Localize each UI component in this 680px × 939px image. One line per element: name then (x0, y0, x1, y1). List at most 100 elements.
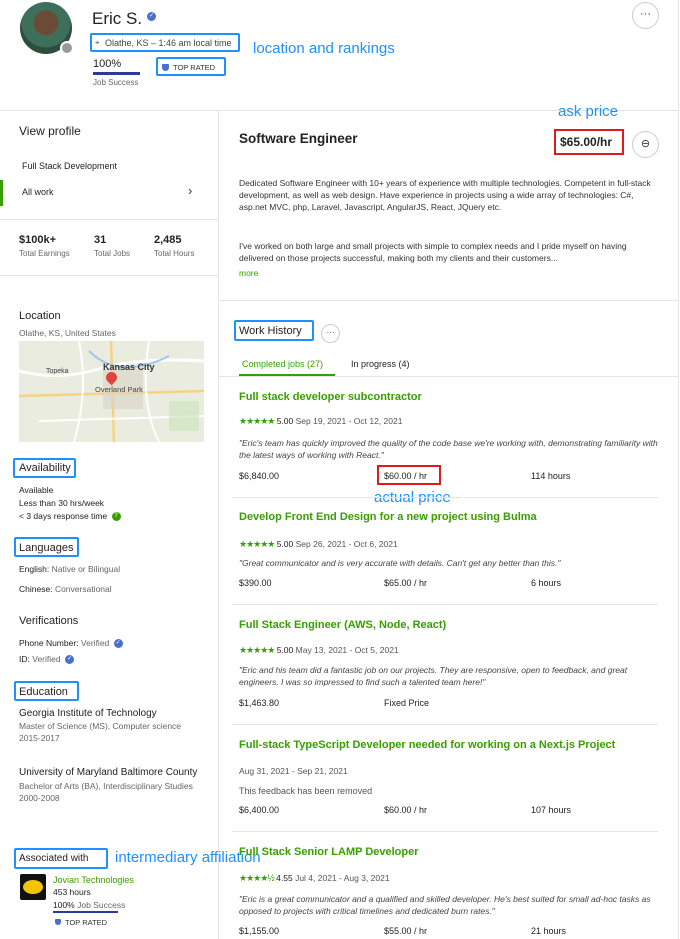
verifications-heading: Verifications (19, 615, 79, 627)
agency-name[interactable]: Jovian Technologies (53, 875, 134, 885)
job-rating: 5.00 (276, 416, 294, 426)
stat-value: $100k+ (19, 234, 57, 246)
education-degree: Bachelor of Arts (BA), Interdisciplinary… (19, 781, 193, 791)
job-rating-row: ★★★★★ 5.00 May 13, 2021 - Oct 5, 2021 (239, 645, 399, 656)
annotation-location-rankings: location and rankings (253, 40, 395, 57)
job-dates: Aug 31, 2021 - Sep 21, 2021 (239, 766, 348, 776)
job-feedback: "Eric is a great communicator and a qual… (239, 894, 651, 916)
all-work-item[interactable]: All work (22, 187, 54, 197)
education-degree: Master of Science (MS), Computer science (19, 721, 182, 731)
job-feedback: This feedback has been removed (239, 786, 373, 796)
job-title[interactable]: Full Stack Engineer (AWS, Node, React) (239, 619, 446, 631)
annotation-ask-price: ask price (558, 103, 619, 120)
verification-id: ID: Verified ✓ (19, 654, 74, 665)
job-rating-row: ★★★★½ 4.55 Jul 4, 2021 - Aug 3, 2021 (239, 873, 390, 884)
map-label-topeka: Topeka (46, 368, 69, 375)
agency-job-success: 100% Job Success (53, 900, 125, 910)
education-school: University of Maryland Baltimore County (19, 767, 198, 778)
job-success-bar-fill (93, 72, 140, 75)
profile-name: Eric S. (92, 9, 143, 28)
agency-logo[interactable] (20, 874, 46, 900)
job-title[interactable]: Full Stack Senior LAMP Developer (239, 846, 419, 858)
agency-logo-mark (23, 880, 43, 894)
job-rating: 5.00 (276, 645, 294, 655)
job-rating-row: ★★★★★ 5.00 Sep 26, 2021 - Oct 6, 2021 (239, 539, 398, 550)
more-link[interactable]: more (239, 268, 258, 278)
job-dates: Jul 4, 2021 - Aug 3, 2021 (295, 873, 390, 883)
job-divider (232, 497, 462, 498)
job-earned: $6,400.00 (239, 805, 280, 815)
tab-completed-jobs[interactable]: Completed jobs (27) (242, 359, 323, 369)
rating-stars-icon: ★★★★★ (239, 416, 275, 426)
verified-check-icon: ✓ (64, 655, 74, 665)
job-rating: 5.00 (276, 539, 294, 549)
sidebar-divider (218, 110, 219, 939)
language-name: Chinese: (19, 584, 53, 594)
job-title[interactable]: Full-stack TypeScript Developer needed f… (239, 739, 615, 751)
overview-divider (219, 300, 679, 301)
stat-value: 31 (94, 234, 107, 246)
agency-top-rated-badge: TOP RATED (65, 918, 108, 927)
location-value: Olathe, KS, United States (19, 328, 116, 338)
stat-total-earnings: $100k+ Total Earnings (19, 234, 70, 258)
language-chinese: Chinese: Conversational (19, 584, 112, 594)
all-work-active-marker (0, 180, 3, 206)
availability-heading: Availability (19, 462, 71, 474)
map-label-overland-park: Overland Park (95, 385, 143, 394)
job-feedback: "Eric's team has quickly improved the qu… (239, 438, 658, 460)
copy-link-icon[interactable]: ⊖ (632, 131, 659, 158)
verification-status: Verified (32, 654, 61, 664)
agency-job-success-label: Job Success (77, 900, 126, 910)
stat-value: 2,485 (154, 234, 182, 246)
availability-status: Available (19, 485, 54, 495)
verification-name: ID: (19, 654, 30, 664)
location-map[interactable]: Kansas City Topeka Overland Park (19, 341, 204, 442)
stat-label: Total Jobs (94, 249, 131, 258)
stat-label: Total Hours (154, 249, 195, 258)
verification-phone: Phone Number: Verified ✓ (19, 638, 123, 649)
top-rated-badge: TOP RATED (173, 63, 216, 72)
language-level: Native or Bilingual (51, 564, 121, 574)
job-hours: 6 hours (531, 578, 562, 588)
sidebar-stats-divider-bottom (0, 275, 218, 276)
education-entry-1: Georgia Institute of Technology Master o… (19, 708, 204, 743)
availability-response: < 3 days response time ? (19, 511, 121, 522)
work-history-more-icon[interactable]: ··· (321, 324, 340, 343)
job-rate: Fixed Price (384, 698, 430, 708)
job-title[interactable]: Full stack developer subcontractor (239, 391, 422, 403)
profile-location: Olathe, KS – 1:46 am local time (105, 38, 232, 48)
hourly-rate: $65.00/hr (560, 135, 613, 149)
job-hours: 107 hours (531, 805, 572, 815)
agency-hours: 453 hours (53, 887, 91, 897)
verified-check-icon: ✓ (113, 639, 123, 649)
job-earned: $6,840.00 (239, 471, 280, 481)
overview-text-2: I've worked on both large and small proj… (239, 241, 627, 263)
job-rate: $60.00 / hr (384, 471, 428, 481)
job-rating-row: ★★★★★ 5.00 Sep 19, 2021 - Oct 12, 2021 (239, 416, 402, 427)
specialization-item[interactable]: Full Stack Development (22, 161, 117, 171)
job-title[interactable]: Develop Front End Design for a new proje… (239, 511, 537, 523)
job-feedback: "Great communicator and is very accurate… (239, 558, 561, 568)
job-divider (232, 604, 658, 605)
job-divider (232, 831, 658, 832)
job-rating: 4.55 (276, 873, 293, 883)
view-profile-link[interactable]: View profile (19, 124, 81, 138)
education-entry-2: University of Maryland Baltimore County … (19, 767, 204, 803)
associated-heading: Associated with (19, 853, 89, 864)
help-icon[interactable]: ? (111, 512, 121, 522)
rating-stars-icon: ★★★★½ (239, 873, 275, 883)
agency-job-success-value: 100% (53, 900, 75, 910)
job-dates: Sep 19, 2021 - Oct 12, 2021 (295, 416, 403, 426)
rating-stars-icon: ★★★★★ (239, 645, 275, 655)
job-earned: $1,463.80 (239, 698, 280, 708)
language-english: English: Native or Bilingual (19, 564, 120, 574)
education-years: 2000-2008 (19, 793, 60, 803)
tab-in-progress[interactable]: In progress (4) (351, 359, 410, 369)
job-dates: May 13, 2021 - Oct 5, 2021 (295, 645, 399, 655)
stat-total-jobs: 31 Total Jobs (94, 234, 130, 258)
more-options-icon[interactable]: ··· (632, 2, 659, 29)
chevron-right-icon[interactable]: › (188, 183, 192, 198)
languages-heading: Languages (19, 542, 74, 554)
education-school: Georgia Institute of Technology (19, 708, 157, 719)
job-rate: $65.00 / hr (384, 578, 428, 588)
